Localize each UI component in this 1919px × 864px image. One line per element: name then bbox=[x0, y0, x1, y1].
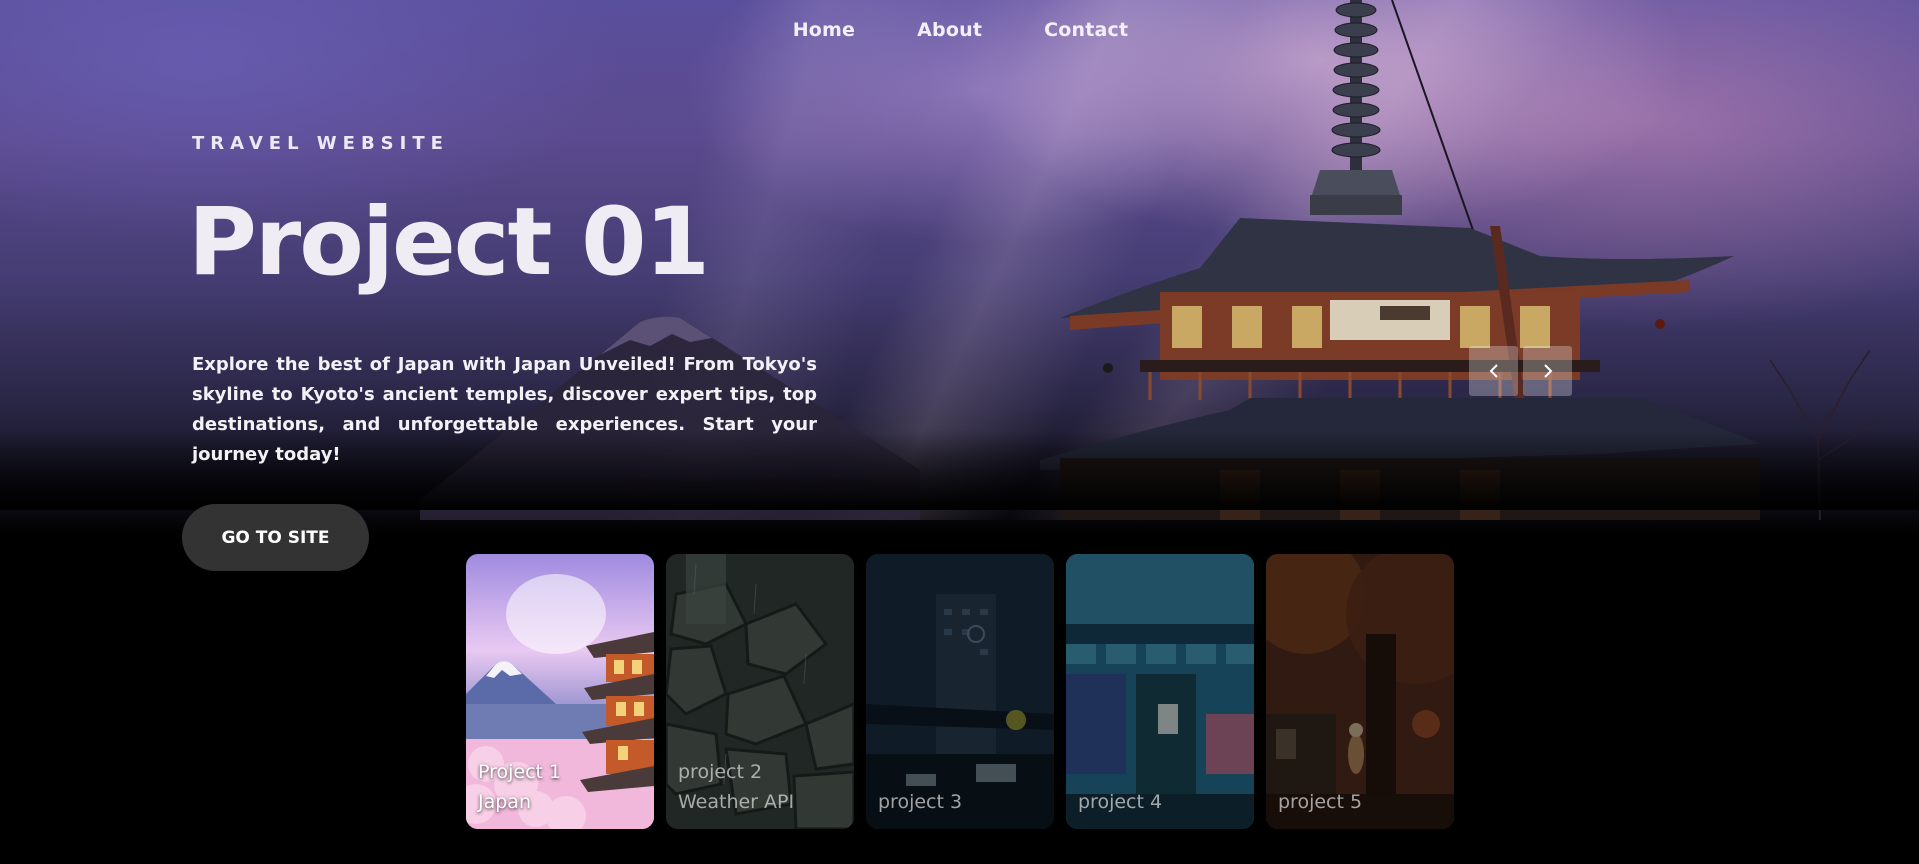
project-thumbnail-1[interactable]: Project 1 Japan bbox=[466, 554, 654, 829]
top-nav: Home About Contact bbox=[0, 19, 1919, 41]
go-to-site-button[interactable]: GO TO SITE bbox=[182, 504, 369, 571]
prev-slide-button[interactable] bbox=[1469, 346, 1518, 396]
thumbnail-title-line2: project 5 bbox=[1278, 791, 1363, 813]
project-thumbnail-4[interactable]: project 4 bbox=[1066, 554, 1254, 829]
hero-title: Project 01 bbox=[188, 188, 710, 297]
slider-arrows bbox=[1469, 346, 1572, 396]
chevron-left-icon bbox=[1489, 364, 1498, 378]
thumbnail-title: project 4 bbox=[1078, 787, 1162, 817]
chevron-right-icon bbox=[1543, 364, 1552, 378]
thumbnail-title-line1: project 2 bbox=[678, 761, 763, 783]
nav-about-link[interactable]: About bbox=[917, 19, 982, 41]
hero-description: Explore the best of Japan with Japan Unv… bbox=[192, 354, 817, 465]
thumbnail-title: Project 1 Japan bbox=[478, 757, 561, 817]
hero-eyebrow: TRAVEL WEBSITE bbox=[192, 133, 449, 154]
thumbnail-title-line2: Japan bbox=[478, 791, 531, 813]
project-thumbnail-2[interactable]: project 2 Weather API bbox=[666, 554, 854, 829]
project-thumbnail-5[interactable]: project 5 bbox=[1266, 554, 1454, 829]
thumbnail-title: project 5 bbox=[1278, 787, 1362, 817]
thumbnail-title-line1: Project 1 bbox=[478, 761, 562, 783]
thumbnail-title-line2: Weather API bbox=[678, 791, 795, 813]
thumbnail-title: project 2 Weather API bbox=[678, 757, 794, 817]
thumbnail-title-line2: project 4 bbox=[1078, 791, 1163, 813]
thumbnail-title: project 3 bbox=[878, 787, 962, 817]
project-thumbnail-3[interactable]: project 3 bbox=[866, 554, 1054, 829]
nav-home-link[interactable]: Home bbox=[793, 19, 855, 41]
project-thumbnails: Project 1 Japan project 2 Weather API pr… bbox=[466, 554, 1454, 829]
thumbnail-title-line2: project 3 bbox=[878, 791, 963, 813]
nav-contact-link[interactable]: Contact bbox=[1044, 19, 1128, 41]
next-slide-button[interactable] bbox=[1523, 346, 1572, 396]
